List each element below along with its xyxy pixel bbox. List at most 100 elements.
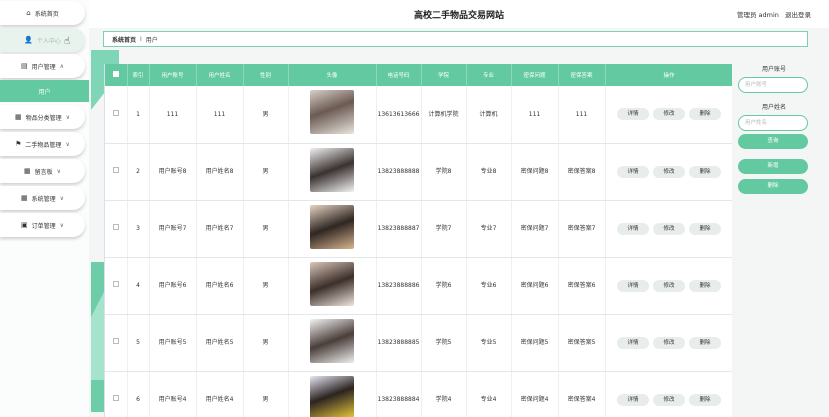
cell-college: 计算机学院 (421, 86, 467, 144)
actions-cell: 详情 修改 删除 (605, 314, 732, 372)
sidebar-item-category-management[interactable]: ▦ 物品分类管理 ∨ (0, 105, 85, 129)
cell-major: 专业8 (466, 143, 512, 201)
row-checkbox[interactable] (112, 281, 119, 287)
table-row: 6 用户账号4 用户姓名4 男 13823888884 学院4 专业4 密保问题4 密保答案4 详… (105, 371, 732, 417)
row-checkbox[interactable] (112, 395, 119, 401)
name-search-input[interactable]: 用户姓名 (738, 115, 808, 131)
cell-gender: 男 (243, 257, 289, 315)
user-table: 索引 用户账号 用户姓名 性别 头像 电话号码 学院 专业 密保问题 密保答案 … (105, 64, 732, 417)
cell-name: 111 (196, 86, 244, 144)
cell-answer: 密保答案4 (558, 371, 606, 417)
cell-name: 用户姓名5 (196, 314, 244, 372)
cell-account: 用户账号4 (149, 371, 197, 417)
logout-link[interactable]: 退出登录 (785, 11, 811, 19)
cell-phone: 13823888888 (376, 143, 422, 201)
detail-button[interactable]: 详情 (617, 393, 649, 406)
row-select-cell[interactable] (105, 143, 128, 201)
delete-button[interactable]: 删除 (689, 108, 721, 121)
row-checkbox[interactable] (112, 167, 119, 173)
chevron-down-icon: ∨ (59, 194, 65, 202)
row-select-cell[interactable] (105, 257, 128, 315)
column-header: 电话号码 (376, 64, 422, 86)
edit-button[interactable]: 修改 (653, 336, 685, 349)
sidebar-item-personal-center[interactable]: 👤 个人中心 (0, 28, 85, 52)
sidebar-item-label: 订单管理 (31, 222, 56, 230)
cell-name: 用户姓名8 (196, 143, 244, 201)
cell-phone: 13823888885 (376, 314, 422, 372)
column-header: 头像 (288, 64, 377, 86)
chevron-down-icon: ∨ (59, 221, 65, 229)
row-select-cell[interactable] (105, 200, 128, 258)
avatar (310, 204, 354, 249)
cell-gender: 男 (243, 86, 289, 144)
home-icon: ⌂ (26, 9, 31, 17)
sidebar-item-label: 系统管理 (31, 195, 56, 203)
delete-button[interactable]: 删除 (689, 393, 721, 406)
edit-button[interactable]: 修改 (653, 108, 685, 121)
delete-button[interactable]: 删除 (689, 336, 721, 349)
cell-college: 学院4 (421, 371, 467, 417)
cell-question: 密保问题4 (511, 371, 559, 417)
cell-college: 学院8 (421, 143, 467, 201)
select-all-header[interactable] (105, 64, 128, 86)
sidebar-item-goods-management[interactable]: ⚑ 二手物品管理 ∨ (0, 132, 85, 156)
edit-button[interactable]: 修改 (653, 279, 685, 292)
detail-button[interactable]: 详情 (617, 165, 649, 178)
cell-question: 密保问题8 (511, 143, 559, 201)
avatar (310, 90, 354, 135)
row-select-cell[interactable] (105, 371, 128, 417)
account-search-input[interactable]: 用户账号 (738, 77, 808, 93)
avatar (310, 147, 354, 192)
row-select-cell[interactable] (105, 86, 128, 144)
cell-major: 专业6 (466, 257, 512, 315)
user-icon: 👤 (24, 36, 33, 44)
column-header: 性别 (243, 64, 289, 86)
row-select-cell[interactable] (105, 314, 128, 372)
admin-name: 管理员 admin (736, 11, 779, 19)
batch-delete-button[interactable]: 删除 (738, 179, 808, 194)
cell-gender: 男 (243, 143, 289, 201)
detail-button[interactable]: 详情 (617, 279, 649, 292)
edit-button[interactable]: 修改 (653, 222, 685, 235)
row-checkbox[interactable] (112, 338, 119, 344)
sidebar-subitem-users[interactable]: 用户 (0, 80, 89, 102)
avatar (310, 261, 354, 306)
sidebar-item-message-board[interactable]: ▦ 留言板 ∨ (0, 159, 85, 183)
cell-phone: 13823888886 (376, 257, 422, 315)
sidebar-item-order-management[interactable]: ▣ 订单管理 ∨ (0, 213, 85, 237)
delete-button[interactable]: 删除 (689, 279, 721, 292)
detail-button[interactable]: 详情 (617, 336, 649, 349)
cell-question: 密保问题6 (511, 257, 559, 315)
sidebar: ⌂ 系统首页 👤 个人中心 ▤ 用户管理 ∧ 用户 ▦ 物品分类管理 ∨ ⚑ 二… (0, 0, 89, 417)
search-panel: 用户账号 用户账号 用户姓名 用户姓名 查询 新增 删除 (736, 64, 812, 194)
cell-index: 3 (127, 200, 150, 258)
column-header: 索引 (127, 64, 150, 86)
query-button[interactable]: 查询 (738, 134, 808, 149)
sidebar-item-home[interactable]: ⌂ 系统首页 (0, 1, 85, 25)
chevron-down-icon: ∨ (65, 140, 70, 148)
cell-account: 用户账号6 (149, 257, 197, 315)
delete-button[interactable]: 删除 (689, 222, 721, 235)
cell-account: 111 (149, 86, 197, 144)
print-icon: ▣ (20, 221, 28, 229)
column-header: 密保问题 (511, 64, 559, 86)
add-button[interactable]: 新增 (738, 159, 808, 174)
sidebar-item-system-management[interactable]: ▦ 系统管理 ∨ (0, 186, 85, 210)
delete-button[interactable]: 删除 (689, 165, 721, 178)
detail-button[interactable]: 详情 (617, 222, 649, 235)
sidebar-item-user-management[interactable]: ▤ 用户管理 ∧ (0, 54, 85, 78)
breadcrumb-home[interactable]: 系统首页 (112, 35, 136, 44)
cell-phone: 13613613666 (376, 86, 422, 144)
table-header-row: 索引 用户账号 用户姓名 性别 头像 电话号码 学院 专业 密保问题 密保答案 … (105, 64, 732, 86)
row-checkbox[interactable] (112, 224, 119, 230)
detail-button[interactable]: 详情 (617, 108, 649, 121)
cell-index: 1 (127, 86, 150, 144)
select-all-checkbox[interactable] (112, 71, 119, 77)
row-checkbox[interactable] (112, 109, 119, 116)
cell-gender: 男 (243, 371, 289, 417)
edit-button[interactable]: 修改 (653, 165, 685, 178)
top-header: 高校二手物品交易网站 管理员 admin 退出登录 (89, 0, 829, 28)
edit-button[interactable]: 修改 (653, 393, 685, 406)
flag-icon: ⚑ (15, 140, 22, 148)
cell-question: 密保问题7 (511, 200, 559, 258)
